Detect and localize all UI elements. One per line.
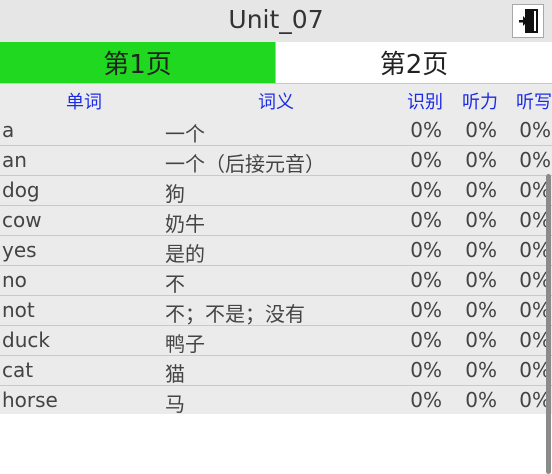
word-cell: cow [2, 208, 42, 232]
exit-button[interactable] [512, 4, 544, 38]
meaning-cell: 一个 [165, 122, 205, 146]
recognize-cell: 0% [410, 238, 442, 262]
recognize-cell: 0% [410, 328, 442, 352]
listen-cell: 0% [465, 148, 497, 172]
word-cell: no [2, 268, 27, 292]
recognize-cell: 0% [410, 268, 442, 292]
recognize-cell: 0% [410, 298, 442, 322]
table-row[interactable]: a 一个 0% 0% 0% [0, 116, 552, 146]
table-row[interactable]: not 不；不是；没有 0% 0% 0% [0, 296, 552, 326]
meaning-cell: 一个（后接元音） [165, 152, 325, 176]
meaning-cell: 不；不是；没有 [165, 302, 305, 326]
column-header-word: 单词 [66, 92, 102, 113]
table-row[interactable]: duck 鸭子 0% 0% 0% [0, 326, 552, 356]
recognize-cell: 0% [410, 118, 442, 142]
column-header-dictation: 听写 [516, 92, 552, 113]
page-title: Unit_07 [228, 5, 324, 34]
table-row[interactable]: cow 奶牛 0% 0% 0% [0, 206, 552, 236]
word-cell: an [2, 148, 27, 172]
recognize-cell: 0% [410, 148, 442, 172]
meaning-cell: 狗 [165, 182, 185, 206]
recognize-cell: 0% [410, 358, 442, 382]
word-cell: a [2, 118, 15, 142]
listen-cell: 0% [465, 178, 497, 202]
table-row[interactable]: no 不 0% 0% 0% [0, 266, 552, 296]
vertical-scrollbar[interactable] [546, 174, 551, 474]
meaning-cell: 鸭子 [165, 332, 205, 356]
recognize-cell: 0% [410, 208, 442, 232]
word-cell: yes [2, 238, 37, 262]
table-row[interactable]: an 一个（后接元音） 0% 0% 0% [0, 146, 552, 176]
listen-cell: 0% [465, 238, 497, 262]
listen-cell: 0% [465, 298, 497, 322]
table-row[interactable]: horse 马 0% 0% 0% [0, 386, 552, 416]
meaning-cell: 马 [165, 392, 185, 416]
exit-door-icon [519, 9, 538, 33]
table-row[interactable]: yes 是的 0% 0% 0% [0, 236, 552, 266]
column-header-meaning: 词义 [258, 92, 294, 113]
word-list[interactable]: 单词 词义 识别 听力 听写 a 一个 0% 0% 0% an 一个（后接元音）… [0, 84, 552, 474]
word-cell: horse [2, 388, 58, 412]
listen-cell: 0% [465, 118, 497, 142]
dictation-cell: 0% [519, 148, 551, 172]
title-bar: Unit_07 [0, 0, 552, 43]
tab-page-1[interactable]: 第1页 [0, 42, 276, 84]
listen-cell: 0% [465, 388, 497, 412]
word-cell: not [2, 298, 35, 322]
meaning-cell: 猫 [165, 362, 185, 386]
word-cell: dog [2, 178, 40, 202]
listen-cell: 0% [465, 208, 497, 232]
listen-cell: 0% [465, 268, 497, 292]
dictation-cell: 0% [519, 118, 551, 142]
listen-cell: 0% [465, 328, 497, 352]
word-cell: cat [2, 358, 34, 382]
recognize-cell: 0% [410, 388, 442, 412]
table-row[interactable]: dog 狗 0% 0% 0% [0, 176, 552, 206]
meaning-cell: 是的 [165, 242, 205, 266]
table-row[interactable]: cat 猫 0% 0% 0% [0, 356, 552, 386]
word-cell: duck [2, 328, 50, 352]
page-tabs: 第1页 第2页 [0, 42, 552, 84]
tab-page-2[interactable]: 第2页 [276, 42, 552, 84]
listen-cell: 0% [465, 358, 497, 382]
column-header-recognize: 识别 [407, 92, 443, 113]
recognize-cell: 0% [410, 178, 442, 202]
meaning-cell: 不 [165, 272, 185, 296]
column-header-row: 单词 词义 识别 听力 听写 [0, 86, 552, 114]
column-header-listen: 听力 [462, 92, 498, 113]
app-window: Unit_07 第1页 第2页 单词 词义 识别 听力 听写 a 一个 0% 0… [0, 0, 552, 474]
meaning-cell: 奶牛 [165, 212, 205, 236]
